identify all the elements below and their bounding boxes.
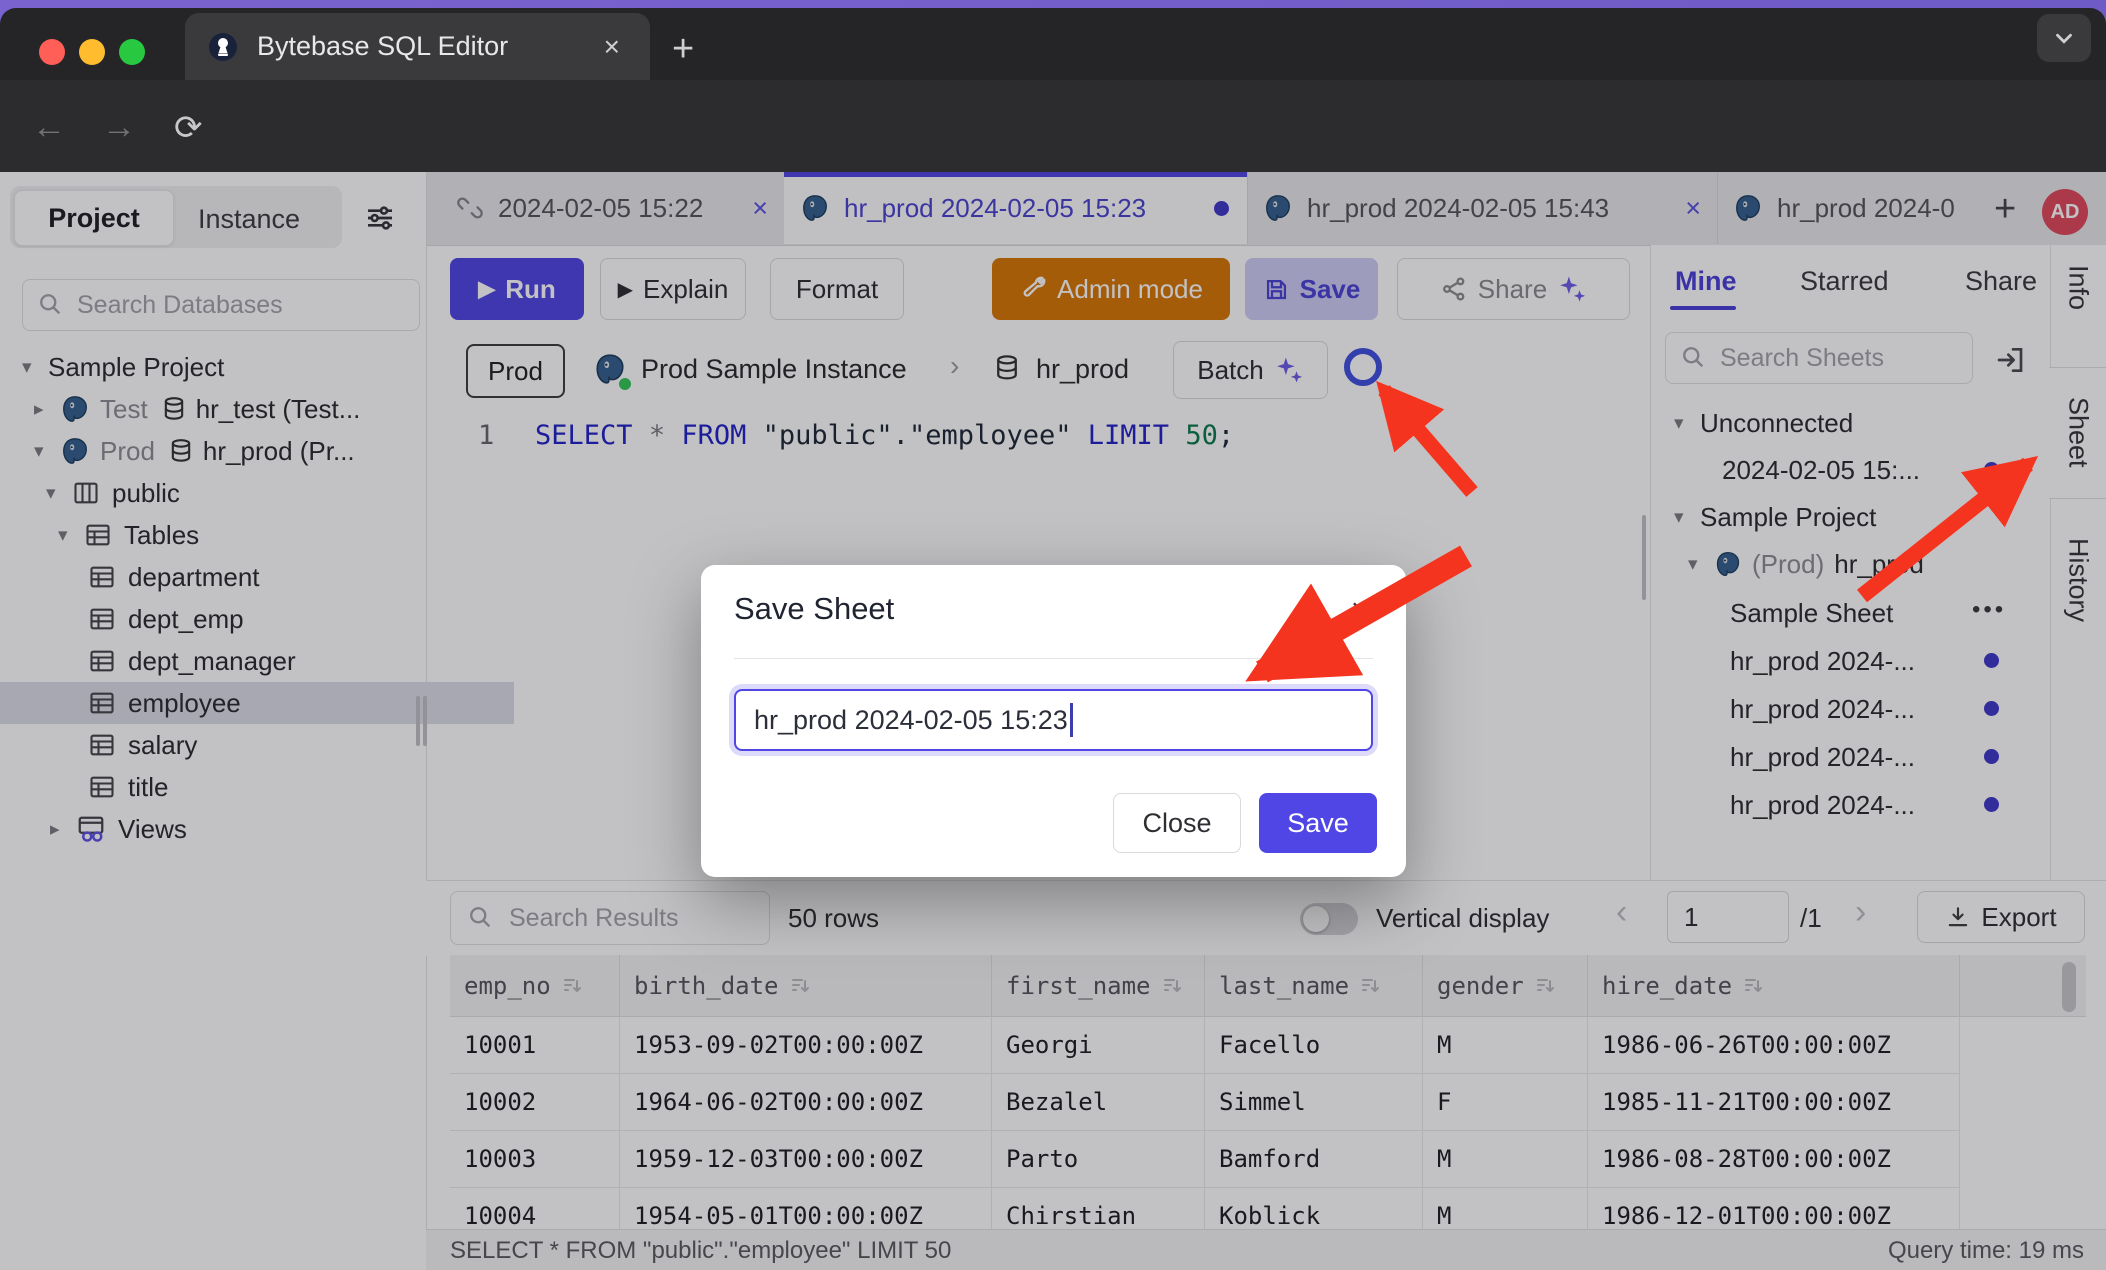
text-cursor [1070, 703, 1073, 737]
reload-icon[interactable]: ⟳ [174, 108, 203, 148]
divider [734, 658, 1373, 659]
window-minimize-button[interactable] [79, 39, 105, 65]
bytebase-favicon [207, 31, 239, 63]
browser-tab[interactable]: Bytebase SQL Editor × [185, 13, 650, 80]
chevron-down-icon [2051, 25, 2077, 51]
save-button[interactable]: Save [1259, 793, 1377, 853]
back-icon[interactable]: ← [32, 108, 66, 147]
window-close-button[interactable] [39, 39, 65, 65]
forward-icon[interactable]: → [102, 108, 136, 147]
screenshot-root: Bytebase SQL Editor × + ← → ⟳ localhost:… [0, 0, 2106, 1270]
dialog-title: Save Sheet [734, 591, 894, 627]
new-browser-tab-button[interactable]: + [672, 28, 694, 71]
dialog-close-icon[interactable]: × [1351, 591, 1370, 629]
tab-close-icon[interactable]: × [604, 31, 620, 63]
close-button[interactable]: Close [1113, 793, 1241, 853]
window-zoom-button[interactable] [119, 39, 145, 65]
sheet-name-input[interactable]: hr_prod 2024-02-05 15:23 [734, 689, 1373, 751]
browser-navbar: ← → ⟳ localhost:8080/sql-editor/prod-sam… [0, 80, 2106, 172]
browser-tab-title: Bytebase SQL Editor [257, 31, 508, 62]
save-sheet-dialog: Save Sheet × hr_prod 2024-02-05 15:23 Cl… [701, 565, 1406, 877]
tab-search-button[interactable] [2037, 14, 2091, 62]
sheet-name-value: hr_prod 2024-02-05 15:23 [754, 705, 1068, 736]
